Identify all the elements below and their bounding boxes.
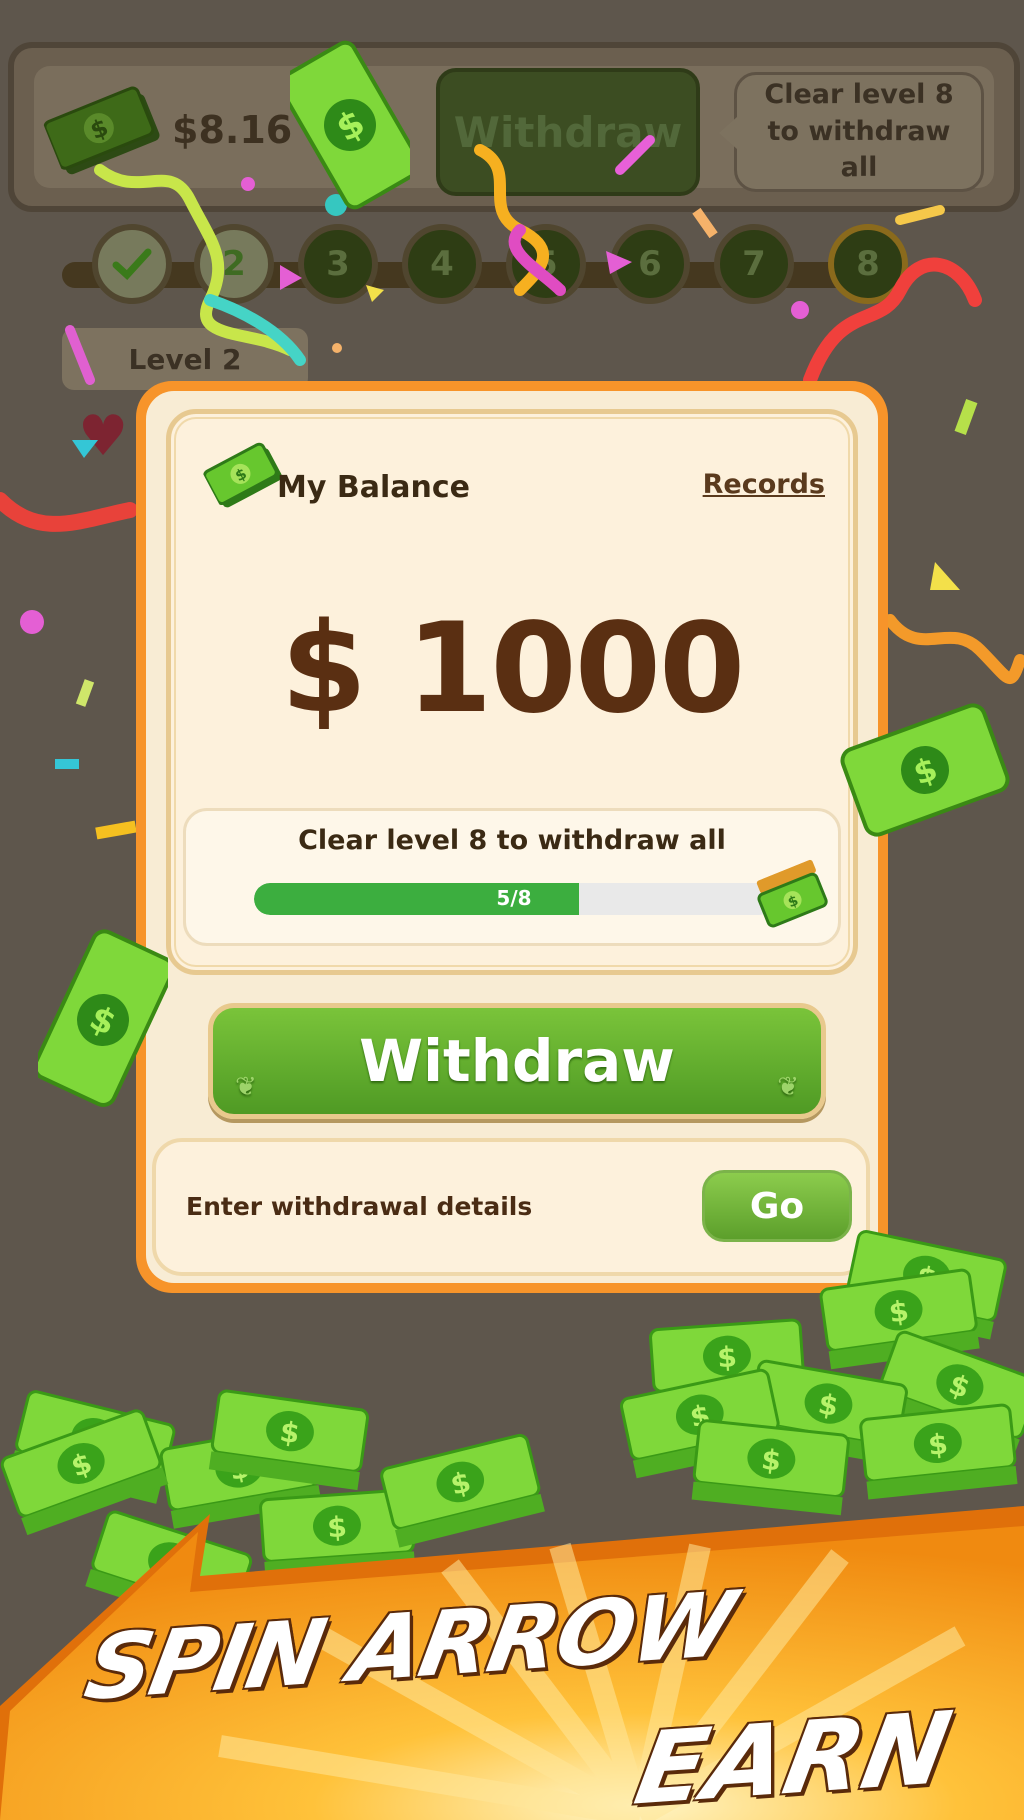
balance-panel: $ My Balance Records $ 1000 Clear level … bbox=[166, 409, 858, 975]
progress-caption: Clear level 8 to withdraw all bbox=[298, 825, 726, 856]
progress-bar: 5/8 bbox=[254, 883, 774, 915]
balance-amount: $ 1000 bbox=[280, 597, 746, 741]
cash-icon: $ bbox=[840, 703, 1010, 837]
cash-icon: $ bbox=[290, 40, 410, 210]
withdraw-button-label: Withdraw bbox=[359, 1027, 675, 1095]
withdraw-progress-box: Clear level 8 to withdraw all 5/8 $ bbox=[183, 808, 841, 946]
cash-icon: $ bbox=[756, 859, 828, 928]
banner-line-2: EARN bbox=[627, 1689, 960, 1820]
progress-text: 5/8 bbox=[496, 886, 532, 910]
leaf-icon: ❦ bbox=[235, 1072, 257, 1102]
cash-icon: $ bbox=[38, 929, 168, 1107]
balance-title: My Balance bbox=[277, 470, 470, 505]
balance-card: $ My Balance Records $ 1000 Clear level … bbox=[136, 381, 888, 1293]
withdraw-button[interactable]: ❦ Withdraw ❦ bbox=[208, 1003, 826, 1119]
records-link[interactable]: Records bbox=[703, 469, 825, 500]
cash-icon: $ bbox=[203, 442, 282, 508]
leaf-icon: ❦ bbox=[777, 1072, 799, 1102]
